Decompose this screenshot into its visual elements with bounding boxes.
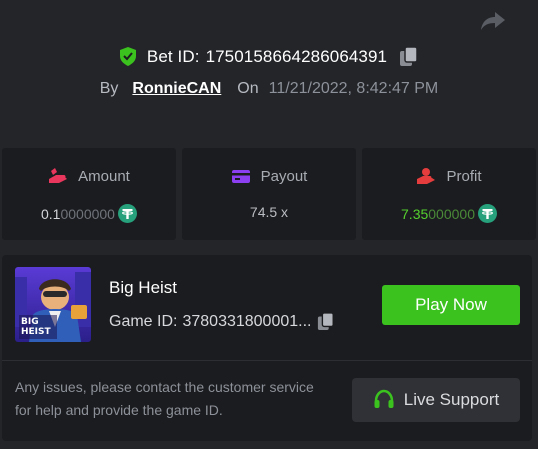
bet-id-value: 1750158664286064391 xyxy=(205,46,388,66)
payout-card: Payout 74.5 x xyxy=(182,148,356,240)
game-thumbnail[interactable]: BIG HEIST xyxy=(15,267,91,342)
shield-check-icon xyxy=(119,47,136,66)
bet-timestamp: 11/21/2022, 8:42:47 PM xyxy=(268,80,439,97)
wallet-icon xyxy=(231,170,250,183)
live-support-label: Live Support xyxy=(403,390,500,409)
payout-value: 74.5 x xyxy=(249,204,289,220)
game-id-label: Game ID: xyxy=(109,312,178,330)
play-now-button[interactable]: Play Now xyxy=(382,285,520,325)
profit-hand-icon xyxy=(417,168,436,184)
on-label: On xyxy=(237,80,259,97)
share-icon[interactable] xyxy=(480,10,506,32)
amount-value: 0.1 xyxy=(41,205,61,222)
game-id-row: Game ID: 3780331800001... xyxy=(109,312,335,331)
bet-amount-icon xyxy=(49,168,68,183)
live-support-button[interactable]: Live Support xyxy=(352,378,520,422)
support-message: Any issues, please contact the customer … xyxy=(15,379,314,418)
profit-label: Profit xyxy=(446,167,482,185)
amount-value-trailing: 0000000 xyxy=(60,205,115,222)
bet-id-row: Bet ID: 1750158664286064391 xyxy=(0,46,538,67)
author-row: By RonnieCAN On 11/21/2022, 8:42:47 PM xyxy=(0,80,538,98)
game-title: Big Heist xyxy=(109,278,178,297)
profit-card: Profit 7.35 000000 xyxy=(362,148,536,240)
bet-id-label: Bet ID: xyxy=(146,46,200,66)
thumbnail-text-big: BIG xyxy=(21,317,39,327)
username-link[interactable]: RonnieCAN xyxy=(132,80,221,98)
payout-label: Payout xyxy=(260,167,308,185)
bet-details-page: Bet ID: 1750158664286064391 By RonnieCAN… xyxy=(0,0,538,449)
tether-icon xyxy=(477,204,497,223)
amount-card: Amount 0.1 0000000 xyxy=(2,148,176,240)
profit-value: 7.35 xyxy=(401,205,429,222)
copy-icon[interactable] xyxy=(399,46,419,67)
bet-stats: Amount 0.1 0000000 Payout 74.5 x Profit … xyxy=(2,148,536,240)
copy-game-id-icon[interactable] xyxy=(317,312,335,331)
game-panel: BIG HEIST Big Heist Game ID: 37803318000… xyxy=(2,255,532,441)
thumbnail-text-heist: HEIST xyxy=(21,327,51,337)
tether-icon xyxy=(117,204,137,223)
headset-icon xyxy=(374,389,394,408)
game-id-value: 3780331800001... xyxy=(182,312,312,330)
profit-value-trailing: 000000 xyxy=(428,205,475,222)
amount-label: Amount xyxy=(78,167,130,185)
panel-divider xyxy=(2,360,532,361)
by-label: By xyxy=(99,80,119,97)
